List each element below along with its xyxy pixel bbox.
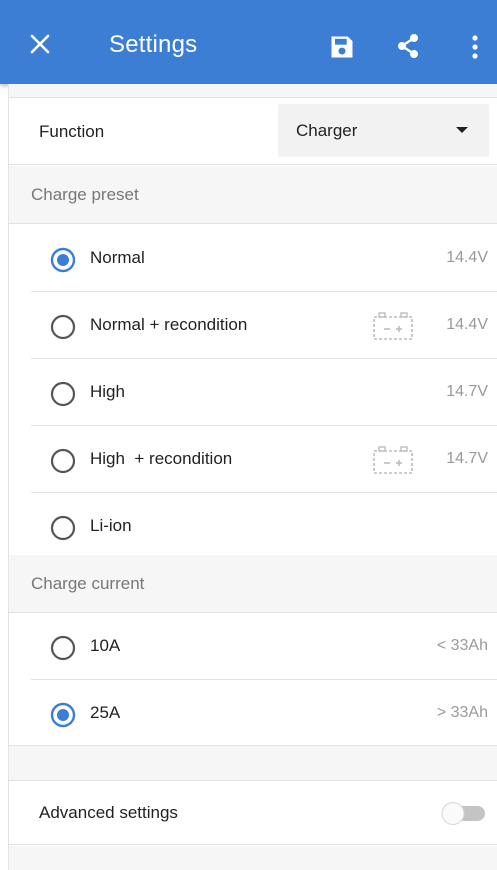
share-icon[interactable]	[393, 31, 423, 61]
charge-current-header: Charge current	[9, 555, 497, 613]
preset-li-ion[interactable]: Li-ion	[31, 493, 497, 560]
charge-current-header-text: Charge current	[31, 574, 145, 593]
advanced-settings-row[interactable]: Advanced settings	[9, 781, 497, 845]
preset-high-recondition[interactable]: High + recondition 14.7V	[31, 426, 497, 493]
preset-voltage: 14.7V	[446, 383, 488, 400]
section-gap	[9, 745, 497, 781]
close-icon[interactable]	[26, 30, 54, 58]
preset-normal-recondition[interactable]: Normal + recondition 14.4V	[31, 292, 497, 359]
radio-unselected-icon[interactable]	[50, 381, 76, 407]
charge-preset-header-text: Charge preset	[31, 185, 139, 204]
function-row: Function Charger	[9, 99, 497, 165]
radio-unselected-icon[interactable]	[50, 515, 76, 541]
current-label: 10A	[90, 636, 121, 655]
advanced-settings-toggle[interactable]	[431, 799, 491, 827]
more-vert-icon[interactable]	[465, 33, 485, 61]
current-label: 25A	[90, 703, 121, 722]
dropdown-arrow-icon	[456, 127, 468, 133]
battery-icon	[373, 446, 413, 474]
current-25a[interactable]: 25A > 33Ah	[31, 680, 497, 747]
save-icon[interactable]	[328, 33, 356, 61]
app-bar: Settings	[0, 0, 497, 84]
charge-preset-header: Charge preset	[9, 166, 497, 224]
function-dropdown[interactable]: Charger	[278, 104, 489, 157]
preset-normal[interactable]: Normal 14.4V	[31, 225, 497, 292]
current-capacity: < 33Ah	[436, 637, 488, 654]
preset-voltage: 14.4V	[446, 249, 488, 266]
radio-selected-icon[interactable]	[50, 247, 76, 273]
radio-unselected-icon[interactable]	[50, 635, 76, 661]
preset-label: High	[90, 382, 125, 401]
page-title: Settings	[109, 31, 198, 58]
current-10a[interactable]: 10A < 33Ah	[31, 613, 497, 680]
radio-unselected-icon[interactable]	[50, 314, 76, 340]
bottom-spacer	[9, 846, 497, 870]
preset-high[interactable]: High 14.7V	[31, 359, 497, 426]
function-label: Function	[39, 122, 105, 141]
preset-voltage: 14.7V	[446, 450, 488, 467]
advanced-settings-label: Advanced settings	[39, 803, 178, 822]
preset-label: Li-ion	[90, 516, 132, 535]
preset-voltage: 14.4V	[446, 316, 488, 333]
top-spacer	[9, 84, 497, 98]
current-capacity: > 33Ah	[436, 704, 488, 721]
battery-icon	[373, 312, 413, 340]
preset-label: Normal + recondition	[90, 315, 248, 334]
preset-label: Normal	[90, 248, 145, 267]
preset-label: High + recondition	[90, 449, 233, 468]
settings-content: Function Charger Charge preset Normal 14…	[8, 84, 497, 870]
radio-unselected-icon[interactable]	[50, 448, 76, 474]
radio-selected-icon[interactable]	[50, 702, 76, 728]
function-dropdown-value: Charger	[296, 121, 358, 140]
